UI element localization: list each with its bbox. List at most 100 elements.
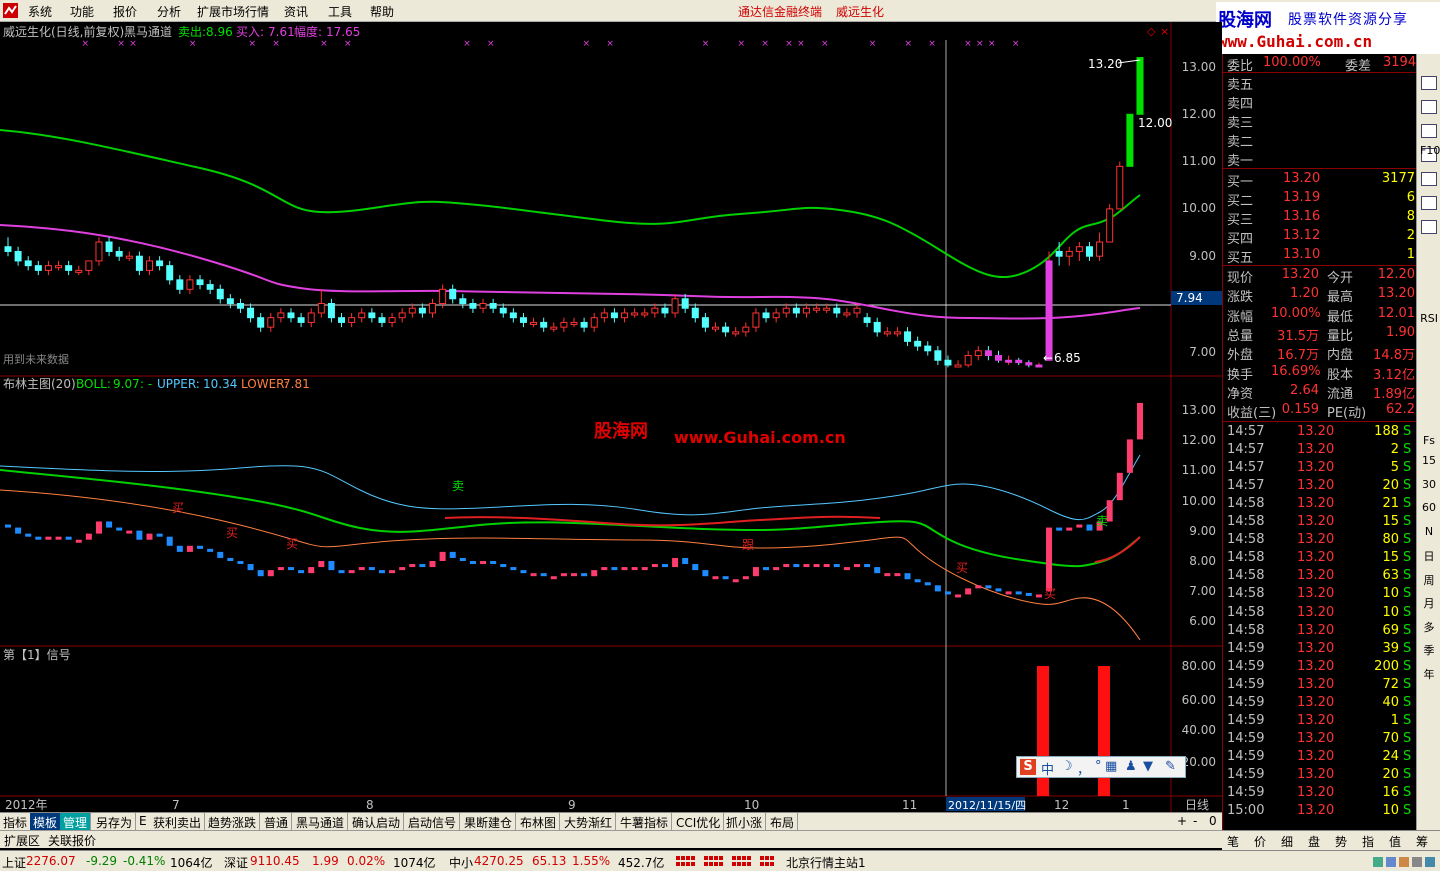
ime-moon-icon[interactable]: ☽ [1061, 759, 1073, 774]
lower-value: 7.81 [283, 377, 310, 391]
main-indicator-name: 黑马通道 [124, 25, 172, 39]
tab-template[interactable]: 模板 [30, 813, 62, 831]
menu-system[interactable]: 系统 [28, 3, 52, 20]
menu-tools[interactable]: 工具 [328, 3, 352, 20]
period-button[interactable]: 年 [1420, 666, 1438, 684]
tick-price: 13.20 [1297, 460, 1335, 476]
status-icons[interactable] [1372, 855, 1438, 869]
candle-body [338, 317, 346, 323]
stat-row: 涨跌 1.20 最高 13.20 [1223, 285, 1417, 305]
ime-skin-icon[interactable]: ▼ [1143, 759, 1153, 774]
brand-url: www.Guhai.com.cn [1218, 32, 1373, 51]
quote-tab[interactable]: 价 [1254, 833, 1266, 850]
menu-news[interactable]: 资讯 [284, 3, 308, 20]
tab-bull[interactable]: 牛薯指标 [617, 813, 673, 831]
period-button[interactable]: F10 [1420, 144, 1440, 162]
boll-candle [763, 567, 770, 571]
toolbar-icon[interactable] [1421, 220, 1437, 234]
period-button[interactable]: 月 [1420, 595, 1438, 613]
menu-ext-market[interactable]: 扩展市场行情 [197, 3, 269, 20]
boll-candle [712, 576, 719, 580]
tab-profit-sell[interactable]: 获利卖出 [150, 813, 206, 831]
diamond-icon[interactable]: ◇ [1147, 25, 1156, 38]
buy-signal-label: 买 [286, 537, 298, 551]
tab-confirm-start[interactable]: 确认启动 [349, 813, 405, 831]
x-marker: × [129, 39, 137, 49]
tick-volume: 63 [1382, 568, 1399, 584]
tab-small-up[interactable]: 抓小涨 [723, 813, 767, 831]
tab-cci[interactable]: CCI优化 [673, 813, 725, 831]
candle-body [1096, 241, 1104, 257]
ime-dot-icon[interactable]: ° [1095, 759, 1102, 774]
tab-start-signal[interactable]: 启动信号 [405, 813, 461, 831]
menu-quote[interactable]: 报价 [113, 3, 137, 20]
current-price-label: 7.94 [1176, 291, 1203, 305]
tick-time: 14:58 [1227, 568, 1265, 584]
tab-decisive-build[interactable]: 果断建仓 [461, 813, 517, 831]
toolbar-icon[interactable] [1421, 172, 1437, 186]
period-button[interactable]: 15 [1420, 454, 1438, 472]
ime-wrench-icon[interactable]: ✎ [1165, 759, 1176, 774]
period-button[interactable]: Fs [1420, 434, 1438, 452]
x-marker: × [487, 39, 495, 49]
stat-label: 净资 [1227, 386, 1254, 402]
tab-e[interactable]: E [136, 813, 150, 831]
tab-layout[interactable]: 布局 [767, 813, 799, 831]
period-button[interactable]: 季 [1420, 642, 1438, 660]
ime-punct[interactable]: ， [1077, 759, 1090, 778]
boll-candle [227, 557, 234, 561]
tab-trend[interactable]: 趋势涨跌 [205, 813, 261, 831]
tab-indicator[interactable]: 指标 [0, 813, 32, 831]
tab-save-as[interactable]: 另存为 [93, 813, 137, 831]
period-button[interactable]: RSI [1420, 312, 1438, 330]
period-button[interactable]: N [1420, 525, 1438, 543]
quote-tab[interactable]: 筹 [1416, 833, 1428, 850]
menu-analysis[interactable]: 分析 [157, 3, 181, 20]
boll-candle [894, 573, 901, 577]
candle-body [964, 355, 972, 366]
tick-volume: 80 [1382, 532, 1399, 548]
ime-toolbar[interactable]: S 中 ☽ ， ° ▦ ♟ ▼ ✎ [1016, 756, 1186, 778]
toolbar-icon[interactable] [1421, 100, 1437, 114]
candle-body [540, 321, 548, 328]
menu-help[interactable]: 帮助 [370, 3, 394, 20]
ime-keyboard-icon[interactable]: ▦ [1105, 759, 1117, 774]
candle-body [712, 326, 719, 330]
follow-signal-label: 跟 [742, 538, 754, 552]
close-pane-icon[interactable]: × [1160, 25, 1169, 38]
related-quote-tab[interactable]: 关联报价 [48, 832, 96, 849]
candle-body [883, 331, 891, 335]
toolbar-icon[interactable] [1421, 196, 1437, 210]
period-button[interactable]: 30 [1420, 478, 1438, 496]
period-button[interactable]: 多 [1420, 619, 1438, 637]
boll-candle [55, 536, 62, 540]
period-button[interactable]: 周 [1420, 572, 1438, 590]
toolbar-icon[interactable] [1421, 124, 1437, 138]
ime-chinese-mode[interactable]: 中 [1041, 759, 1054, 778]
zx-pct: 1.55% [572, 854, 611, 868]
period-button[interactable]: 日 [1420, 548, 1438, 566]
tab-normal[interactable]: 普通 [261, 813, 293, 831]
ext-area-tab[interactable]: 扩展区 [4, 832, 40, 849]
x-marker: × [821, 39, 829, 49]
menu-function[interactable]: 功能 [70, 3, 94, 20]
tab-heima[interactable]: 黑马通道 [293, 813, 349, 831]
tab-boll[interactable]: 布林图 [517, 813, 561, 831]
quote-tab[interactable]: 势 [1335, 833, 1347, 850]
period-button[interactable]: 60 [1420, 501, 1438, 519]
tab-trend-red[interactable]: 大势渐红 [561, 813, 617, 831]
low-label: 6.85 [1054, 351, 1081, 365]
ime-logo-icon[interactable]: S [1020, 759, 1036, 775]
ime-user-icon[interactable]: ♟ [1125, 759, 1137, 774]
quote-tab[interactable]: 盘 [1308, 833, 1320, 850]
quote-tab[interactable]: 笔 [1227, 833, 1239, 850]
quote-tab[interactable]: 值 [1389, 833, 1401, 850]
ask-label: 卖五 [1227, 78, 1254, 93]
toolbar-icon[interactable] [1421, 76, 1437, 90]
quote-tab[interactable]: 指 [1362, 833, 1374, 850]
tab-manage[interactable]: 管理 [60, 813, 92, 831]
zoom-out-button[interactable]: - [1190, 813, 1200, 831]
zoom-in-button[interactable]: + [1174, 813, 1190, 831]
reset-button[interactable]: 0 [1206, 813, 1220, 831]
quote-tab[interactable]: 细 [1281, 833, 1293, 850]
